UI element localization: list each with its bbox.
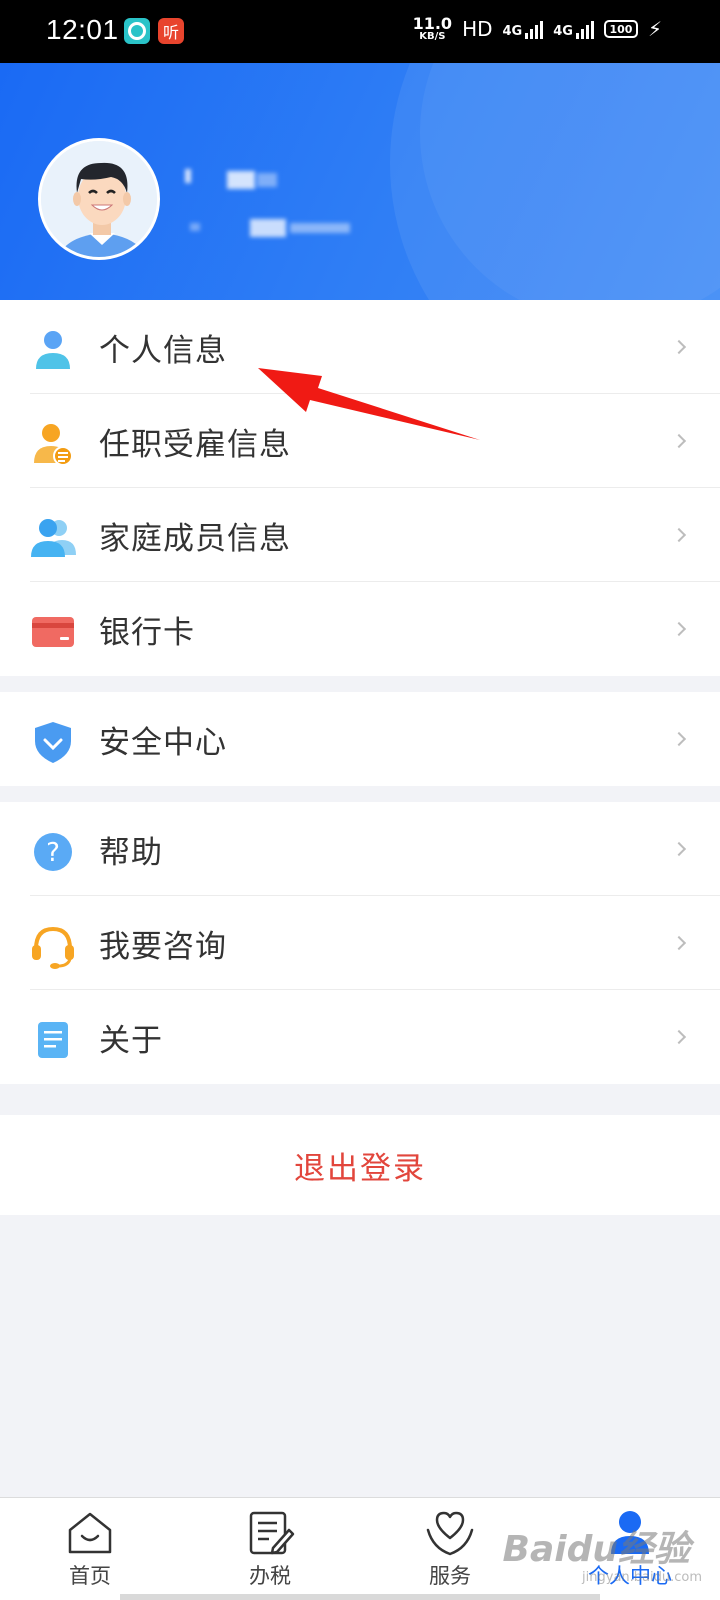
watermark-url: jingyan.baidu.com (582, 1570, 702, 1585)
battery-icon: 100 (603, 20, 638, 38)
menu-item-label: 家庭成员信息 (99, 520, 291, 556)
gesture-bar (120, 1594, 600, 1600)
chevron-right-icon (671, 731, 687, 747)
signal-icon (525, 19, 544, 39)
watermark: Baidu经验 (502, 1529, 690, 1570)
menu-item-label: 我要咨询 (99, 928, 227, 964)
nav-tab-label: 服务 (429, 1565, 471, 1588)
avatar[interactable] (38, 138, 160, 260)
bank-card-icon (32, 617, 74, 647)
menu-item-bank-card[interactable]: 银行卡 (0, 582, 720, 676)
menu-item-label: 银行卡 (99, 614, 195, 650)
profile-header (0, 63, 720, 300)
network-type-2: 4G (553, 19, 594, 39)
document-icon (38, 1022, 68, 1058)
chevron-right-icon (671, 527, 687, 543)
chevron-right-icon (671, 1029, 687, 1045)
menu-item-consult[interactable]: 我要咨询 (0, 896, 720, 990)
user-name-redacted (185, 163, 280, 193)
menu-item-label: 关于 (99, 1022, 163, 1058)
charging-icon: ⚡ (647, 17, 662, 41)
edit-doc-icon (249, 1511, 295, 1555)
menu-item-label: 个人信息 (99, 332, 227, 368)
signal-icon (575, 19, 594, 39)
menu-item-family-info[interactable]: 家庭成员信息 (0, 488, 720, 582)
chevron-right-icon (671, 433, 687, 449)
listen-app-icon: 听 (158, 18, 184, 44)
menu-item-label: 帮助 (99, 834, 163, 870)
help-icon: ? (34, 833, 72, 871)
menu-item-label: 安全中心 (99, 724, 227, 760)
menu-item-help[interactable]: ? 帮助 (0, 802, 720, 896)
nav-tab-label: 首页 (69, 1565, 111, 1588)
shield-icon (35, 722, 71, 763)
status-indicators: 11.0 KB/S HD 4G 4G 100 ⚡ (413, 16, 662, 42)
chevron-right-icon (671, 339, 687, 355)
svg-text:?: ? (46, 838, 60, 868)
logout-button[interactable]: 退出登录 (0, 1115, 720, 1215)
menu-item-about[interactable]: 关于 (0, 990, 720, 1084)
chevron-right-icon (671, 841, 687, 857)
menu-group-help: ? 帮助 我要咨询 关于 (0, 802, 720, 1084)
status-time: 12:01 (46, 14, 119, 45)
heart-hand-icon (426, 1511, 474, 1556)
menu-item-security-center[interactable]: 安全中心 (0, 692, 720, 786)
employment-icon (34, 424, 73, 466)
person-icon (36, 331, 70, 369)
hd-label: HD (462, 17, 493, 41)
nav-tab-label: 办税 (249, 1565, 291, 1588)
nav-tab-tax[interactable]: 办税 (210, 1508, 330, 1598)
network-type-1: 4G (503, 19, 544, 39)
user-avatar-icon (41, 141, 157, 257)
headset-icon (32, 926, 74, 969)
nav-tab-service[interactable]: 服务 (390, 1508, 510, 1598)
family-icon (31, 519, 76, 557)
app-notification-icon (124, 18, 150, 44)
network-speed: 11.0 KB/S (413, 16, 452, 42)
home-icon (68, 1512, 112, 1554)
bottom-navigation: 首页 办税 服务 个人中心 Baidu经验 jingyan.baidu.com (0, 1497, 720, 1600)
network-speed-unit: KB/S (419, 31, 446, 42)
annotation-arrow-icon (258, 368, 480, 440)
logout-label: 退出登录 (294, 1150, 426, 1186)
nav-tab-home[interactable]: 首页 (30, 1508, 150, 1598)
menu-group-personal: 个人信息 任职受雇信息 家庭成员信息 银行卡 (0, 300, 720, 676)
status-bar: 12:01 听 11.0 KB/S HD 4G 4G 100 ⚡ (0, 0, 720, 63)
network-speed-value: 11.0 (412, 14, 453, 33)
user-id-redacted (190, 213, 360, 243)
menu-group-security: 安全中心 (0, 692, 720, 786)
chevron-right-icon (671, 935, 687, 951)
chevron-right-icon (671, 621, 687, 637)
